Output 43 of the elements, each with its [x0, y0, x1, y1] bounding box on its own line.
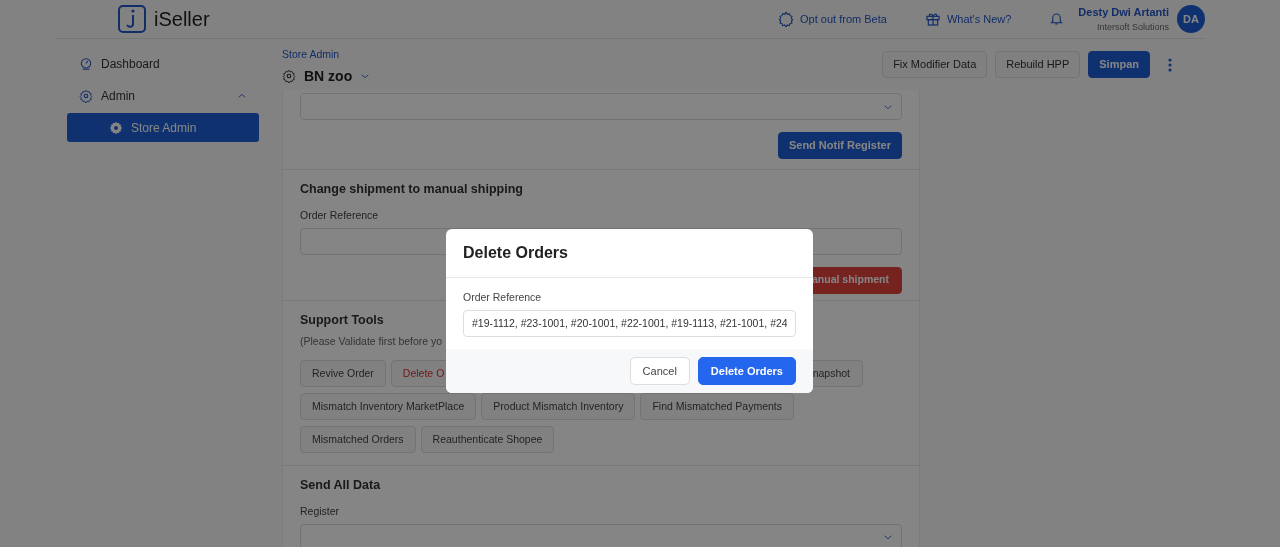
nav-link[interactable]: Opt out from Beta — [778, 10, 887, 28]
action-button[interactable]: Fix Modifier Data — [882, 51, 988, 78]
nav-link[interactable]: What's New? — [924, 10, 1012, 28]
user-avatar[interactable]: DA — [1177, 5, 1205, 33]
bell-icon[interactable] — [1049, 11, 1065, 27]
tool-button[interactable]: Revive Order — [300, 360, 386, 387]
select-field[interactable] — [300, 93, 902, 120]
tool-button[interactable]: Reauthenticate Shopee — [420, 426, 555, 453]
tool-button[interactable]: Find Mismatched Payments — [640, 393, 794, 420]
section-title: Support Tools — [300, 311, 384, 329]
note-text: (Please Validate first before yo — [300, 334, 444, 350]
badge-icon — [778, 11, 795, 27]
brand-logo-icon — [118, 5, 146, 33]
company-name: Intersoft Solutions — [1095, 20, 1169, 34]
user-name: Desty Dwi Artanti — [1078, 5, 1169, 20]
sidebar-item[interactable]: Dashboard — [67, 49, 259, 78]
select-field[interactable] — [300, 523, 902, 547]
gear-icon — [109, 120, 123, 135]
breadcrumb-link[interactable]: Store Admin — [282, 47, 371, 63]
field-label: Register — [300, 503, 340, 519]
store-name: BN zoo — [304, 66, 353, 86]
field-label: Order Reference — [463, 290, 542, 305]
action-button[interactable]: Send Notif Register — [777, 132, 902, 159]
action-button[interactable]: Rebuild HPP — [995, 51, 1081, 78]
gift-icon — [924, 11, 941, 27]
sidebar-item[interactable]: Store Admin — [67, 113, 259, 142]
gear-icon — [282, 69, 296, 84]
tool-button[interactable]: Mismatch Inventory MarketPlace — [300, 393, 477, 420]
delete-button[interactable]: Delete Orders — [697, 356, 796, 385]
cancel-button[interactable]: Cancel — [629, 356, 690, 385]
input-field[interactable]: #19-1112, #23-1001, #20-1001, #22-1001, #19-1113, #21-1001, #24 — [463, 309, 796, 337]
dashboard-icon — [79, 56, 93, 71]
field-label: Order Reference — [300, 207, 379, 223]
gear-icon — [79, 88, 93, 103]
tool-button[interactable]: Mismatched Orders — [300, 426, 416, 453]
tool-button[interactable]: Product Mismatch Inventory — [481, 393, 636, 420]
sidebar-item[interactable]: Admin — [67, 81, 259, 110]
section-title: Change shipment to manual shipping — [300, 181, 523, 198]
modal-title: Delete Orders — [446, 229, 813, 278]
brand-name: iSeller — [154, 7, 210, 32]
save-button[interactable]: Simpan — [1088, 51, 1150, 78]
section-title: Send All Data — [300, 477, 381, 494]
more-icon — [1168, 57, 1172, 72]
